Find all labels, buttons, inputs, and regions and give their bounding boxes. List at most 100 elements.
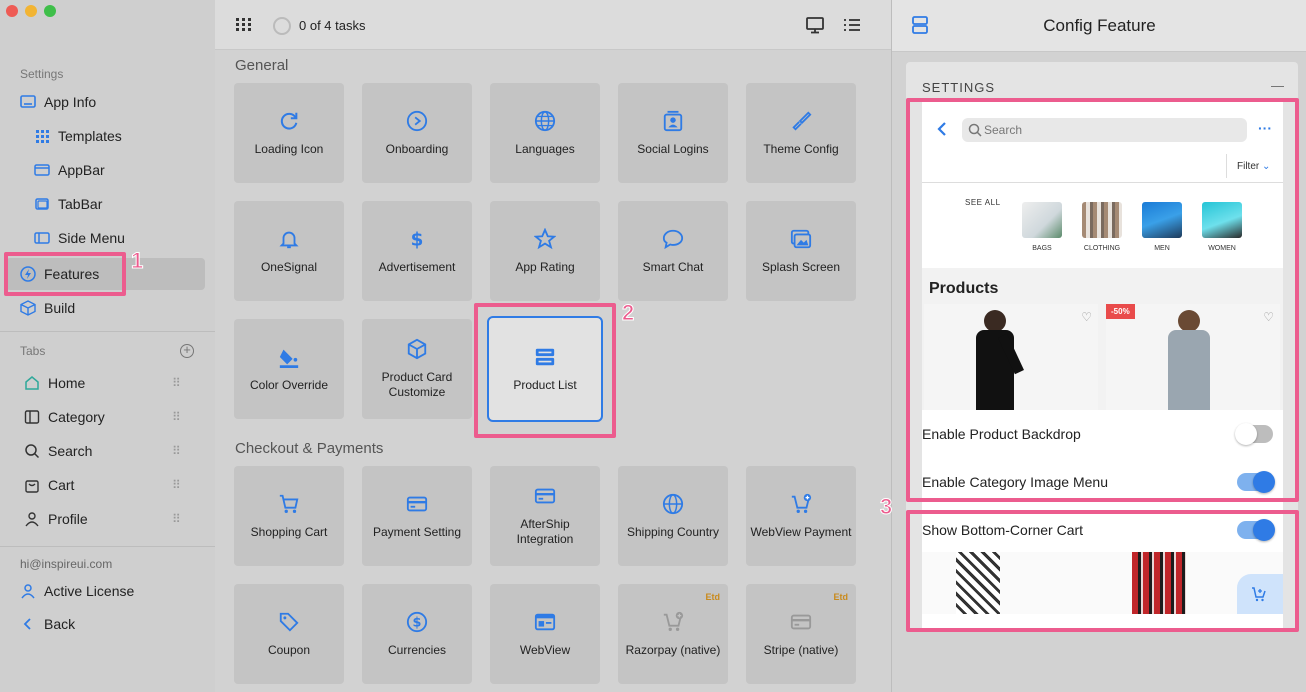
card-icon — [534, 488, 556, 504]
highlight-box-3a — [906, 98, 1299, 502]
svg-text:$: $ — [411, 229, 424, 250]
zoom-window-button[interactable] — [44, 5, 56, 17]
tile-smart-chat[interactable]: Smart Chat — [618, 201, 728, 301]
tile-social-logins[interactable]: Social Logins — [618, 83, 728, 183]
side-menu-icon — [34, 232, 50, 244]
drag-handle-icon[interactable]: ⠿ — [172, 512, 181, 526]
sidebar-tab-label: Cart — [48, 477, 75, 493]
tile-label: Languages — [515, 141, 575, 156]
apps-grid-icon[interactable] — [235, 17, 253, 33]
sidebar-item-templates[interactable]: Templates — [34, 121, 122, 151]
tile-shipping-country[interactable]: Shipping Country — [618, 466, 728, 566]
back-label: Back — [44, 616, 76, 632]
desktop-view-icon[interactable] — [805, 16, 825, 34]
sidebar-item-appbar[interactable]: AppBar — [34, 155, 105, 185]
tile-payment-setting[interactable]: Payment Setting — [362, 466, 472, 566]
refresh-icon — [280, 112, 298, 129]
tile-label: Currencies — [387, 642, 447, 657]
tile-webview[interactable]: WebView — [490, 584, 600, 684]
tile-label-line2: Customize — [388, 385, 446, 399]
tile-label: Advertisement — [378, 259, 456, 274]
panel-header: Config Feature — [892, 0, 1306, 52]
cart-icon — [279, 494, 299, 513]
list-view-icon[interactable] — [843, 17, 861, 33]
back-button[interactable]: Back — [20, 609, 75, 639]
sidebar-item-tabbar[interactable]: TabBar — [34, 189, 102, 219]
tile-advertisement[interactable]: $ Advertisement — [362, 201, 472, 301]
drag-handle-icon[interactable]: ⠿ — [172, 444, 181, 458]
tile-coupon[interactable]: Coupon — [234, 584, 344, 684]
annotation-badge-1: 1 — [130, 248, 144, 274]
cube-icon — [407, 338, 427, 360]
drag-handle-icon[interactable]: ⠿ — [172, 376, 181, 390]
active-license-label: Active License — [44, 583, 135, 599]
tile-languages[interactable]: Languages — [490, 83, 600, 183]
sidebar-item-build[interactable]: Build — [20, 293, 75, 323]
tile-aftership-integration[interactable]: AfterShip Integration — [490, 466, 600, 566]
drag-handle-icon[interactable]: ⠿ — [172, 410, 181, 424]
tile-shopping-cart[interactable]: Shopping Cart — [234, 466, 344, 566]
divider — [0, 546, 215, 547]
divider — [0, 331, 215, 332]
sidebar-tab-label: Search — [48, 443, 93, 459]
tile-currencies[interactable]: $ Currencies — [362, 584, 472, 684]
tile-label: AfterShip — [520, 517, 570, 531]
user-icon — [25, 512, 39, 527]
minimize-window-button[interactable] — [25, 5, 37, 17]
cart-plus-icon — [791, 493, 812, 513]
tile-label: Color Override — [249, 377, 329, 392]
highlight-box-2 — [474, 303, 616, 438]
webview-icon — [534, 613, 556, 630]
card-icon — [406, 496, 428, 511]
cart-plus-icon — [663, 611, 684, 631]
tile-app-rating[interactable]: App Rating — [490, 201, 600, 301]
tile-webview-payment[interactable]: WebView Payment — [746, 466, 856, 566]
drag-handle-icon[interactable]: ⠿ — [172, 478, 181, 492]
add-tab-button[interactable]: + — [180, 343, 194, 358]
sidebar-item-side-menu[interactable]: Side Menu — [34, 223, 125, 253]
tile-onesignal[interactable]: OneSignal — [234, 201, 344, 301]
tile-stripe-native[interactable]: Etd Stripe (native) — [746, 584, 856, 684]
tile-loading-icon[interactable]: Loading Icon — [234, 83, 344, 183]
sidebar-item-label: Build — [44, 300, 76, 316]
tile-label: Coupon — [267, 642, 311, 657]
annotation-badge-2: 2 — [621, 300, 635, 326]
settings-card: SETTINGS — Search ··· Filter ⌄ SEE ALL B… — [906, 62, 1299, 632]
image-icon — [790, 229, 812, 248]
globe-icon — [534, 110, 556, 131]
config-panel: Config Feature SETTINGS — Search ··· Fil… — [879, 0, 1306, 692]
tile-splash-screen[interactable]: Splash Screen — [746, 201, 856, 301]
box-icon — [20, 300, 36, 316]
sidebar-tab-home[interactable]: Home — [24, 368, 85, 398]
tasks-counter[interactable]: 0 of 4 tasks — [299, 18, 365, 33]
collapse-button[interactable]: — — [1271, 78, 1284, 93]
sidebar-item-app-info[interactable]: App Info — [20, 87, 96, 117]
tile-label: Loading Icon — [254, 141, 324, 156]
sidebar-tab-cart[interactable]: Cart — [24, 470, 74, 500]
user-email: hi@inspireui.com — [20, 557, 113, 571]
tile-label: Theme Config — [763, 141, 839, 156]
tile-theme-config[interactable]: Theme Config — [746, 83, 856, 183]
tile-label: Stripe (native) — [763, 642, 839, 657]
annotation-badge-3: 3 — [879, 494, 893, 520]
tile-label: OneSignal — [260, 259, 318, 274]
active-license-link[interactable]: Active License — [20, 576, 134, 606]
tile-product-card-customize[interactable]: Product Card Customize — [362, 319, 472, 419]
tile-razorpay-native[interactable]: Etd Razorpay (native) — [618, 584, 728, 684]
sidebar-tab-label: Category — [48, 409, 105, 425]
tabbar-icon — [35, 198, 49, 210]
tile-label: Payment Setting — [372, 524, 462, 539]
sidebar-item-label: App Info — [44, 94, 97, 110]
main-content: 0 of 4 tasks General Loading Icon Onboar… — [215, 0, 891, 692]
close-window-button[interactable] — [6, 5, 18, 17]
tile-color-override[interactable]: Color Override — [234, 319, 344, 419]
chat-icon — [662, 229, 684, 249]
tile-onboarding[interactable]: Onboarding — [362, 83, 472, 183]
sidebar-item-label: Templates — [58, 128, 122, 144]
home-icon — [25, 376, 39, 390]
sidebar-tab-profile[interactable]: Profile — [24, 504, 88, 534]
sidebar-tab-search[interactable]: Search — [24, 436, 92, 466]
brush-icon — [792, 110, 812, 131]
tile-label: Splash Screen — [761, 259, 841, 274]
sidebar-tab-category[interactable]: Category — [24, 402, 105, 432]
